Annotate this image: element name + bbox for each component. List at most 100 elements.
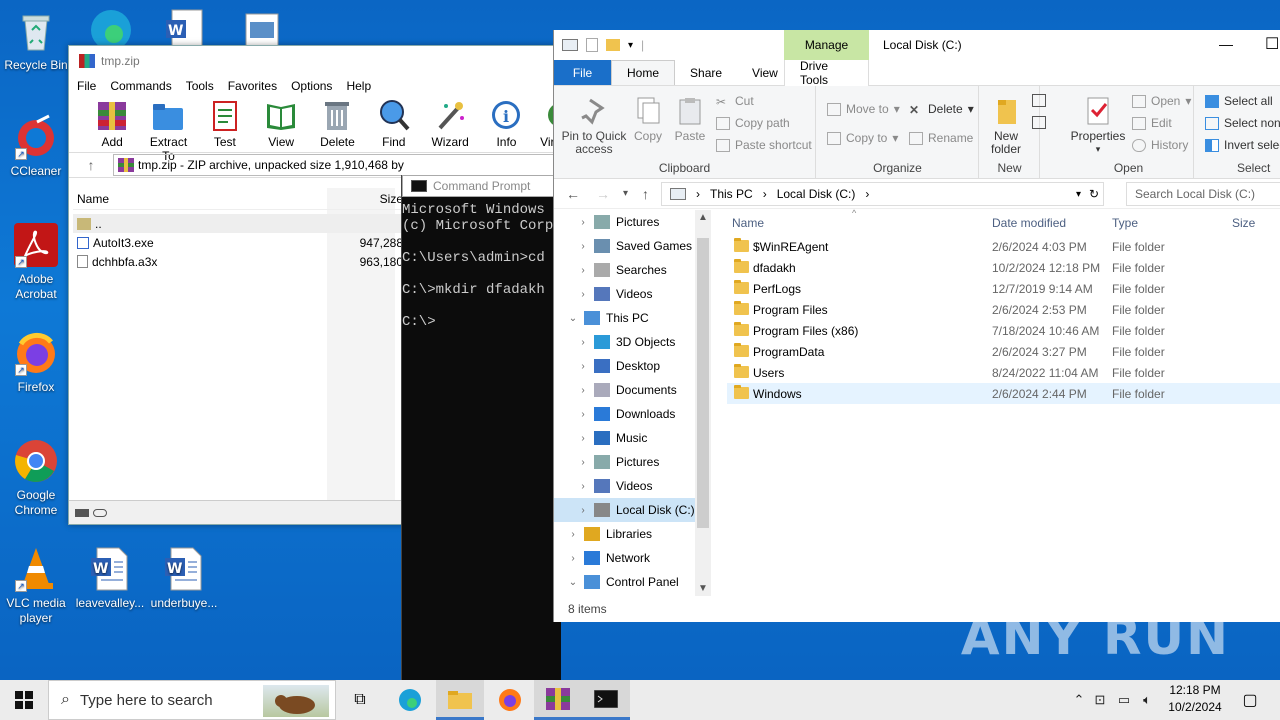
tree-item[interactable]: › Desktop <box>554 354 695 378</box>
start-button[interactable] <box>0 680 48 720</box>
chevron-right-icon[interactable]: ⌄ <box>568 577 578 588</box>
wizard-button[interactable]: Wizard <box>425 96 475 152</box>
manage-context-tab[interactable]: Manage <box>784 30 869 60</box>
breadcrumb[interactable]: › This PC › Local Disk (C:) › ▾ ↻ <box>661 182 1104 206</box>
file-row[interactable]: PerfLogs 12/7/2019 9:14 AM File folder <box>727 278 1280 299</box>
chevron-right-icon[interactable]: › <box>578 433 588 444</box>
column-size[interactable]: Size <box>327 192 403 206</box>
tree-item[interactable]: › Videos <box>554 282 695 306</box>
network-status-icon[interactable]: ⊡ <box>1088 692 1112 708</box>
menu-help[interactable]: Help <box>346 79 371 93</box>
chevron-right-icon[interactable]: › <box>578 361 588 372</box>
tree-item[interactable]: ⌄ This PC <box>554 306 695 330</box>
view-button[interactable]: View <box>256 96 306 152</box>
chevron-right-icon[interactable]: › <box>578 505 588 516</box>
copy-button[interactable]: Copy <box>630 96 666 143</box>
chevron-right-icon[interactable]: › <box>578 241 588 252</box>
tree-item[interactable]: › 3D Objects <box>554 330 695 354</box>
tree-item[interactable]: › Documents <box>554 378 695 402</box>
column-size[interactable]: Size <box>1232 216 1255 230</box>
tab-file[interactable]: File <box>554 60 611 85</box>
forward-arrow-icon[interactable]: → <box>596 186 610 202</box>
move-to-button[interactable]: Move to ▾ <box>827 102 900 116</box>
tree-item[interactable]: › Videos <box>554 474 695 498</box>
paste-shortcut-button[interactable]: Paste shortcut <box>716 138 812 152</box>
test-button[interactable]: Test <box>200 96 250 152</box>
command-prompt-window[interactable]: Command Prompt Microsoft Windows [ (c) M… <box>401 175 561 680</box>
word-document-icon[interactable]: W <box>162 8 208 47</box>
chevron-right-icon[interactable]: › <box>578 481 588 492</box>
clock[interactable]: 12:18 PM 10/2/2024 <box>1160 682 1230 716</box>
desktop-icon-google-chrome[interactable]: Google Chrome <box>0 438 72 518</box>
chevron-right-icon[interactable]: › <box>578 409 588 420</box>
tree-item[interactable]: › Libraries <box>554 522 695 546</box>
minimize-icon[interactable]: — <box>1219 36 1233 52</box>
add-button[interactable]: Add <box>87 96 137 152</box>
back-arrow-icon[interactable]: ← <box>566 186 580 202</box>
delete-button[interactable]: Delete <box>312 96 362 152</box>
breadcrumb-local-disk[interactable]: Local Disk (C:) <box>777 187 856 201</box>
chevron-right-icon[interactable]: › <box>578 385 588 396</box>
info-button[interactable]: i Info <box>481 96 531 152</box>
file-explorer-window[interactable]: ▾ | Manage Local Disk (C:) — ☐ File Home… <box>553 30 1280 622</box>
scroll-up-icon[interactable]: ▲ <box>698 212 708 223</box>
copy-to-button[interactable]: Copy to ▾ <box>827 131 898 145</box>
chevron-right-icon[interactable]: › <box>568 553 578 564</box>
edge-icon[interactable] <box>88 6 134 50</box>
paste-button[interactable]: Paste <box>672 96 708 143</box>
properties-button[interactable]: Properties ▾ <box>1070 96 1126 156</box>
menu-options[interactable]: Options <box>291 79 332 93</box>
taskbar-search-box[interactable]: ⌕ Type here to search <box>48 680 336 720</box>
column-date-modified[interactable]: Date modified <box>992 216 1066 230</box>
tree-item[interactable]: › Saved Games <box>554 234 695 258</box>
chevron-right-icon[interactable]: › <box>578 265 588 276</box>
column-name[interactable]: Name <box>73 192 327 206</box>
file-row[interactable]: Program Files (x86) 7/18/2024 10:46 AM Fil… <box>727 320 1280 341</box>
taskbar-edge[interactable] <box>386 680 434 720</box>
select-none-button[interactable]: Select none <box>1205 116 1280 130</box>
refresh-icon[interactable]: ↻ <box>1089 187 1099 201</box>
show-hidden-icons-icon[interactable]: ⌃ <box>1070 692 1088 708</box>
breadcrumb-this-pc[interactable]: This PC <box>710 187 753 201</box>
tree-item[interactable]: › Music <box>554 426 695 450</box>
edit-button[interactable]: Edit <box>1132 116 1172 130</box>
desktop-icon-underbuye-doc[interactable]: W underbuye... <box>148 546 220 611</box>
up-arrow-icon[interactable]: ↑ <box>69 157 113 173</box>
up-arrow-icon[interactable]: ↑ <box>642 186 649 202</box>
menu-favorites[interactable]: Favorites <box>228 79 277 93</box>
tree-item[interactable]: › Local Disk (C:) <box>554 498 695 522</box>
file-row[interactable]: Windows 2/6/2024 2:44 PM File folder <box>727 383 1280 404</box>
history-button[interactable]: History <box>1132 138 1188 152</box>
file-row[interactable]: Program Files 2/6/2024 2:53 PM File folder <box>727 299 1280 320</box>
desktop-icon-adobe-acrobat[interactable]: ↗ Adobe Acrobat <box>0 222 72 302</box>
tree-item[interactable]: › Searches <box>554 258 695 282</box>
invert-selection-button[interactable]: Invert selec <box>1205 138 1280 152</box>
easy-access-icon[interactable] <box>1032 116 1046 129</box>
file-row[interactable]: dfadakh 10/2/2024 12:18 PM File folder <box>727 257 1280 278</box>
scrollbar-thumb[interactable] <box>697 238 709 528</box>
recent-locations-icon[interactable]: ▾ <box>623 188 628 199</box>
new-item-icon[interactable] <box>1032 94 1046 107</box>
notifications-button[interactable]: ▢ <box>1226 680 1274 720</box>
cmd-output[interactable]: Microsoft Windows [ (c) Microsoft Corpo … <box>402 197 561 330</box>
navigation-scrollbar[interactable]: ▲ ▼ <box>695 210 711 596</box>
chevron-right-icon[interactable]: › <box>568 529 578 540</box>
search-input[interactable]: Search Local Disk (C:) <box>1126 182 1280 206</box>
desktop-icon-ccleaner[interactable]: ↗ CCleaner <box>0 114 72 179</box>
desktop-icon-recycle-bin[interactable]: Recycle Bin <box>0 8 72 73</box>
taskbar-file-explorer[interactable] <box>436 680 484 720</box>
pin-to-quick-access-button[interactable]: Pin to Quick access <box>560 96 628 156</box>
menu-tools[interactable]: Tools <box>186 79 214 93</box>
ethernet-icon[interactable]: ▭ <box>1112 692 1136 708</box>
tab-drive-tools[interactable]: Drive Tools <box>784 59 869 87</box>
delete-button[interactable]: ✕ Delete ▾ <box>909 102 974 117</box>
address-dropdown-icon[interactable]: ▾ <box>1076 189 1081 200</box>
cut-button[interactable]: ✂ Cut <box>716 94 754 109</box>
desktop-icon-leavevalley-doc[interactable]: W leavevalley... <box>74 546 146 611</box>
chevron-right-icon[interactable]: › <box>578 457 588 468</box>
tab-home[interactable]: Home <box>611 60 676 85</box>
taskbar-command-prompt[interactable] <box>582 680 630 720</box>
new-folder-button[interactable]: New folder <box>982 96 1030 156</box>
chevron-right-icon[interactable]: › <box>578 289 588 300</box>
chevron-right-icon[interactable]: › <box>578 337 588 348</box>
